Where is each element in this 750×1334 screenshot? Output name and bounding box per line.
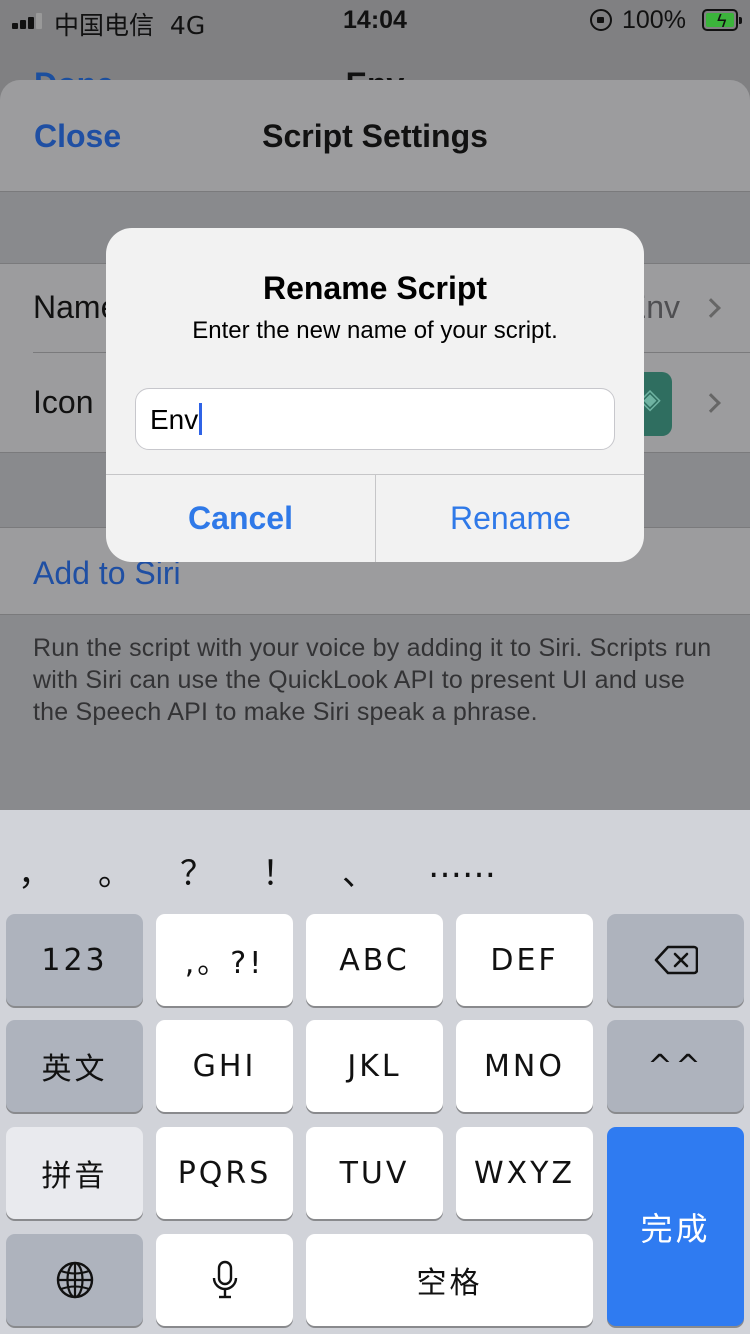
candidate-exclamation[interactable]: ！ — [262, 846, 296, 895]
battery-charging-icon: ϟ — [702, 9, 742, 31]
icon-row-label: Icon — [33, 384, 94, 420]
key-jkl[interactable]: JKL — [306, 1020, 443, 1112]
cancel-button[interactable]: Cancel — [106, 474, 375, 562]
key-mno[interactable]: MNO — [456, 1020, 593, 1112]
dictation-key[interactable] — [156, 1234, 293, 1326]
key-abc[interactable]: ABC — [306, 914, 443, 1006]
candidate-ellipsis[interactable]: …… — [428, 846, 496, 886]
siri-footer-text: Run the script with your voice by adding… — [33, 634, 712, 726]
candidate-enumeration-comma[interactable]: 、 — [342, 846, 376, 895]
rename-button[interactable]: Rename — [376, 474, 644, 562]
globe-icon — [56, 1261, 93, 1299]
space-key[interactable]: 空格 — [306, 1234, 593, 1326]
chevron-right-icon — [701, 298, 721, 318]
microphone-icon — [212, 1260, 237, 1299]
alert-title: Rename Script — [262, 270, 488, 306]
candidate-comma[interactable]: ， — [18, 846, 52, 895]
done-key[interactable]: 完成 — [607, 1127, 744, 1326]
backspace-key[interactable] — [607, 914, 744, 1006]
rename-script-alert: Rename Script Enter the new name of your… — [106, 228, 644, 562]
text-cursor — [199, 403, 203, 435]
orientation-lock-icon — [590, 9, 612, 31]
key-tuv[interactable]: TUV — [306, 1127, 443, 1219]
punctuation-key[interactable]: ,。?! — [156, 914, 293, 1006]
page-title: Script Settings — [262, 118, 488, 154]
battery-percent: 100% — [622, 6, 686, 34]
emoticon-key[interactable]: ^^ — [607, 1020, 744, 1112]
alert-message: Enter the new name of your script. — [192, 317, 558, 344]
pinyin-key[interactable]: 拼音 — [6, 1127, 143, 1219]
script-name-value: Env — [150, 404, 199, 435]
key-pqrs[interactable]: PQRS — [156, 1127, 293, 1219]
key-ghi[interactable]: GHI — [156, 1020, 293, 1112]
globe-key[interactable] — [6, 1234, 143, 1326]
chinese-keyboard: ， 。 ？ ！ 、 …… 123 ,。?! ABC DEF 英文 GHI JKL… — [0, 810, 750, 1334]
english-switch-key[interactable]: 英文 — [6, 1020, 143, 1112]
navigation-bar: Close Script Settings — [0, 80, 750, 192]
status-bar: 中国电信 4G 14:04 100% ϟ — [0, 0, 750, 40]
numbers-key[interactable]: 123 — [6, 914, 143, 1006]
chevron-right-icon — [701, 393, 721, 413]
script-name-field[interactable]: Env — [135, 388, 615, 450]
candidate-period[interactable]: 。 — [98, 846, 132, 895]
backspace-icon — [654, 945, 698, 975]
key-def[interactable]: DEF — [456, 914, 593, 1006]
key-wxyz[interactable]: WXYZ — [456, 1127, 593, 1219]
candidate-question[interactable]: ？ — [180, 846, 214, 895]
